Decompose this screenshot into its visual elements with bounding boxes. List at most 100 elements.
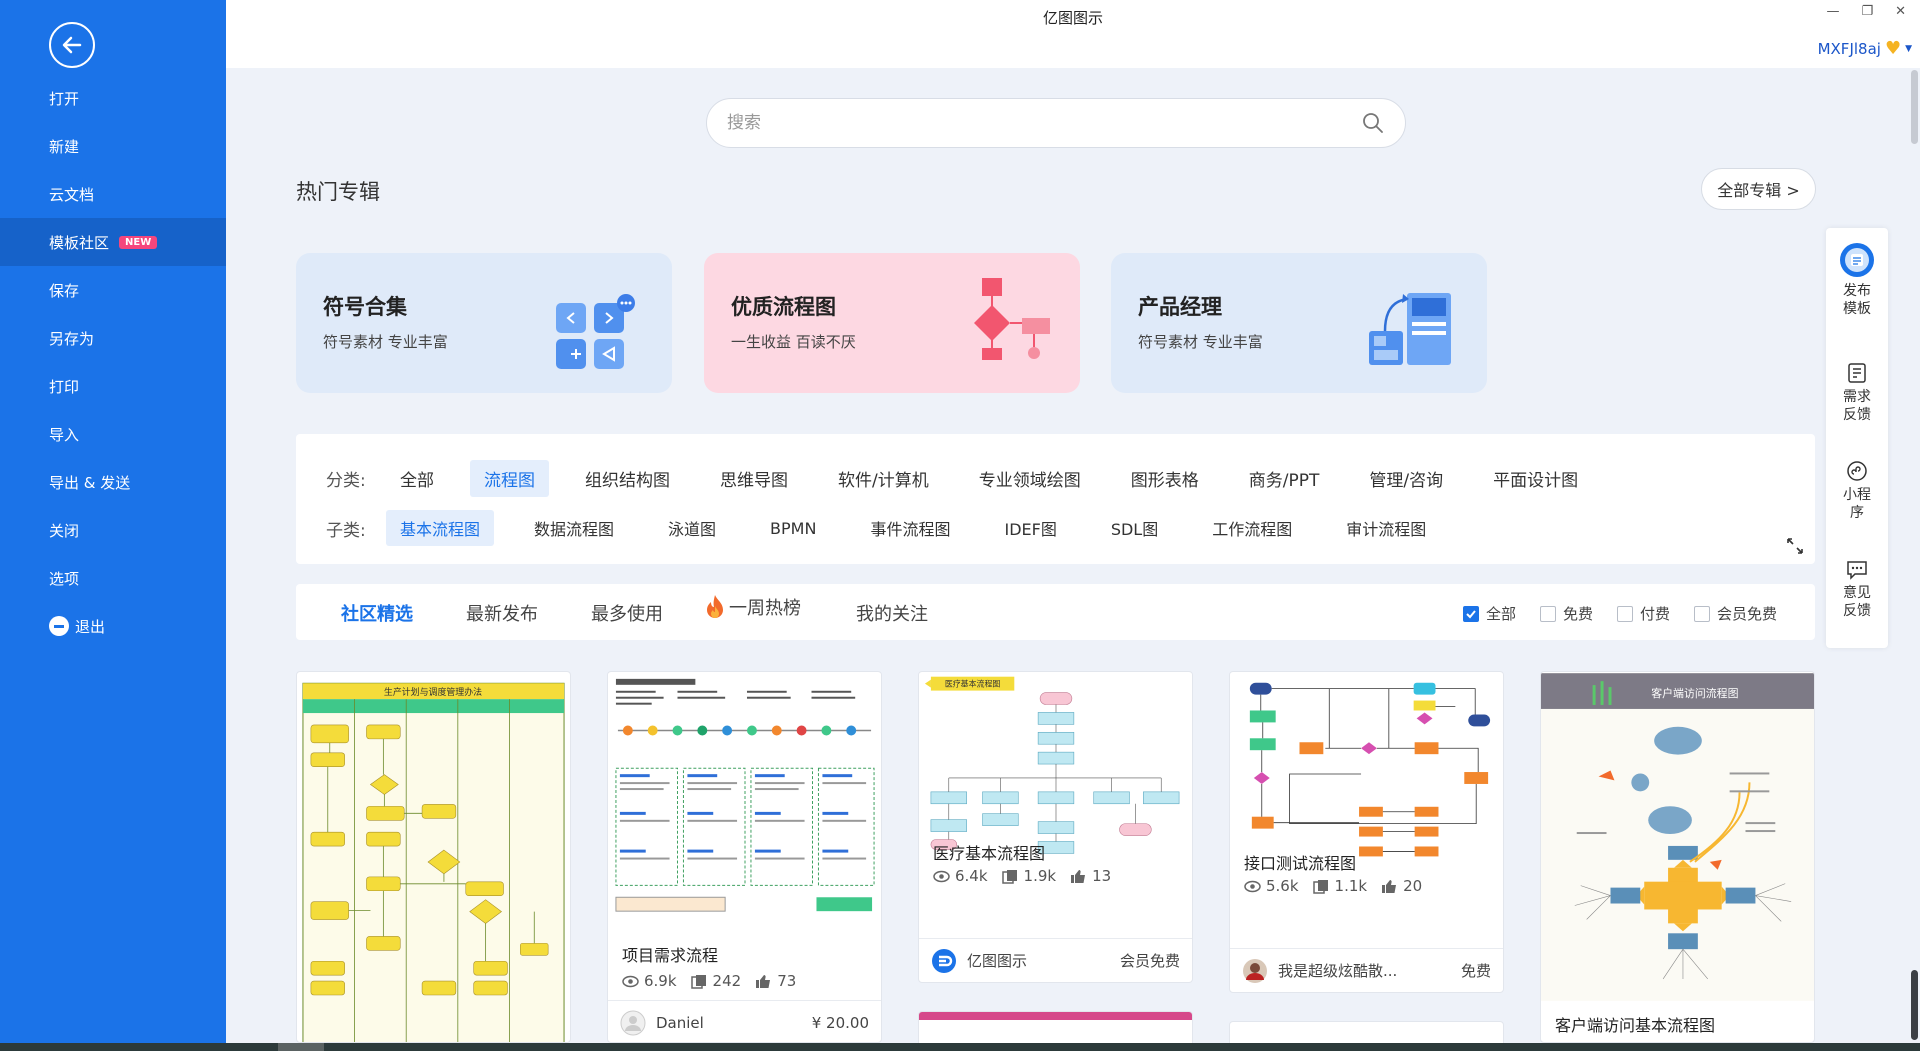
filter-label: 免费 xyxy=(1562,605,1593,623)
subcategory-data-flow[interactable]: 数据流程图 xyxy=(520,510,628,546)
user-menu[interactable]: MXFJl8aj ♥ ▼ xyxy=(1818,38,1912,59)
opinion-feedback-button[interactable]: 意见 反馈 xyxy=(1826,558,1888,620)
restore-button[interactable]: ❐ xyxy=(1861,4,1873,19)
tab-following[interactable]: 我的关注 xyxy=(856,600,928,626)
subcategory-basic-flowchart[interactable]: 基本流程图 xyxy=(386,510,495,546)
sidebar-item-save[interactable]: 保存 xyxy=(0,266,226,314)
sidebar-item-label: 导出 & 发送 xyxy=(49,473,131,492)
search-input[interactable] xyxy=(727,99,1327,147)
category-flowchart[interactable]: 流程图 xyxy=(470,460,549,497)
topic-card-symbols[interactable]: 符号合集 符号素材 专业丰富 xyxy=(296,253,672,393)
tab-weekly-hot[interactable]: 一周热榜 xyxy=(704,594,801,620)
category-graphic-table[interactable]: 图形表格 xyxy=(1117,460,1213,497)
search-icon[interactable] xyxy=(1361,111,1385,135)
publish-template-button[interactable]: 发布 模板 xyxy=(1826,242,1888,318)
template-footer: 我是超级炫酷散... 免费 xyxy=(1230,948,1503,992)
subcategory-idef[interactable]: IDEF图 xyxy=(990,510,1070,546)
category-graphic-design[interactable]: 平面设计图 xyxy=(1479,460,1592,497)
subcategory-workflow[interactable]: 工作流程图 xyxy=(1198,510,1306,546)
new-badge: NEW xyxy=(119,235,158,249)
sidebar-item-close[interactable]: 关闭 xyxy=(0,506,226,554)
close-button[interactable]: ✕ xyxy=(1895,4,1906,19)
sidebar-item-template-community[interactable]: 模板社区 NEW xyxy=(0,218,226,266)
expand-icon[interactable] xyxy=(1785,536,1805,556)
template-stats: 5.6k 1.1k 20 xyxy=(1244,877,1422,895)
template-card[interactable]: 医疗基本流程图 医疗基本流程图 6.4k 1.9k 13 亿图图示 会员免费 xyxy=(918,671,1193,983)
app-title: 亿图图示 xyxy=(1042,9,1103,27)
checkbox-checked-icon[interactable] xyxy=(1462,605,1479,622)
topic-card-title: 符号合集 xyxy=(323,295,407,319)
template-card[interactable]: 客户端访问流程图 客户端访问基本流程图 xyxy=(1540,671,1815,1043)
subcategory-sdl[interactable]: SDL图 xyxy=(1097,510,1172,546)
sidebar-item-label: 云文档 xyxy=(49,185,95,204)
tab-bar: 社区精选 最新发布 最多使用 一周热榜 我的关注 全部 免费 付费 会员免费 xyxy=(296,584,1815,640)
sidebar-item-save-as[interactable]: 另存为 xyxy=(0,314,226,362)
sidebar-item-label: 新建 xyxy=(49,137,80,156)
sidebar-item-exit[interactable]: 退出 xyxy=(0,602,226,650)
filter-free[interactable]: 免费 xyxy=(1539,603,1593,624)
subcategory-audit-flow[interactable]: 审计流程图 xyxy=(1332,510,1440,546)
exit-icon xyxy=(49,616,69,636)
thumbs-up-icon xyxy=(756,974,771,988)
eye-icon xyxy=(933,870,950,882)
copy-icon xyxy=(1001,869,1017,884)
sidebar: 打开 新建 云文档 模板社区 NEW 保存 另存为 打印 导入 导出 & 发送 … xyxy=(0,0,226,1051)
template-thumbnail: 客户端访问流程图 xyxy=(1541,673,1814,1001)
author-name: 亿图图示 xyxy=(967,952,1028,970)
avatar xyxy=(1243,958,1267,983)
checkbox[interactable] xyxy=(1693,605,1710,622)
sidebar-item-export[interactable]: 导出 & 发送 xyxy=(0,458,226,506)
tab-latest[interactable]: 最新发布 xyxy=(466,600,538,626)
subcategory-swimlane[interactable]: 泳道图 xyxy=(654,510,730,546)
category-mind-map[interactable]: 思维导图 xyxy=(706,460,802,497)
template-price: 免费 xyxy=(1460,962,1491,980)
tab-community-picks[interactable]: 社区精选 xyxy=(341,600,413,626)
tab-most-used[interactable]: 最多使用 xyxy=(591,600,663,626)
checkbox[interactable] xyxy=(1616,605,1633,622)
filter-all[interactable]: 全部 xyxy=(1462,603,1516,624)
template-card[interactable]: 项目需求流程 6.9k 242 73 Daniel ¥ 20.00 xyxy=(607,671,882,1043)
category-business-ppt[interactable]: 商务/PPT xyxy=(1235,460,1334,497)
all-topics-button[interactable]: 全部专辑 > xyxy=(1701,168,1816,210)
view-count: 6.4k xyxy=(955,867,988,885)
sidebar-item-options[interactable]: 选项 xyxy=(0,554,226,602)
mini-program-button[interactable]: 小程 序 xyxy=(1826,460,1888,522)
sidebar-item-open[interactable]: 打开 xyxy=(0,74,226,122)
caret-down-icon: ▼ xyxy=(1905,43,1912,54)
vertical-scrollbar[interactable] xyxy=(1908,68,1920,1043)
back-arrow-icon[interactable] xyxy=(49,22,95,68)
eye-icon xyxy=(1244,880,1261,892)
checkbox[interactable] xyxy=(1539,605,1556,622)
template-thumbnail xyxy=(608,672,881,922)
subcategory-bpmn[interactable]: BPMN xyxy=(756,513,830,544)
filter-paid[interactable]: 付费 xyxy=(1616,603,1670,624)
template-card[interactable]: 接口测试流程图 5.6k 1.1k 20 我是超级炫酷散... 免费 xyxy=(1229,671,1504,993)
template-card[interactable]: 生产计划与调度管理办法 xyxy=(296,671,571,1043)
template-name: 医疗基本流程图 xyxy=(933,844,1046,863)
category-all[interactable]: 全部 xyxy=(386,460,448,497)
subcategory-event-flow[interactable]: 事件流程图 xyxy=(856,510,964,546)
minimize-button[interactable]: — xyxy=(1826,4,1839,19)
thumb-title: 客户端访问流程图 xyxy=(1651,686,1738,700)
author-name: Daniel xyxy=(656,1013,704,1032)
sidebar-item-import[interactable]: 导入 xyxy=(0,410,226,458)
sidebar-item-print[interactable]: 打印 xyxy=(0,362,226,410)
category-management[interactable]: 管理/咨询 xyxy=(1355,460,1457,497)
filter-label: 付费 xyxy=(1639,605,1670,623)
topic-card-product-manager[interactable]: 产品经理 符号素材 专业丰富 xyxy=(1111,253,1487,393)
requirement-feedback-button[interactable]: 需求 反馈 xyxy=(1826,362,1888,424)
sidebar-item-cloud-docs[interactable]: 云文档 xyxy=(0,170,226,218)
filter-member-free[interactable]: 会员免费 xyxy=(1693,603,1777,624)
category-professional[interactable]: 专业领域绘图 xyxy=(965,460,1095,497)
topic-card-flowcharts[interactable]: 优质流程图 一生收益 百读不厌 xyxy=(704,253,1080,393)
scroll-thumb[interactable] xyxy=(1911,70,1918,144)
author-name: 我是超级炫酷散... xyxy=(1278,962,1398,980)
sidebar-item-label: 保存 xyxy=(49,281,80,300)
sidebar-item-new[interactable]: 新建 xyxy=(0,122,226,170)
eye-icon xyxy=(622,975,639,987)
category-software[interactable]: 软件/计算机 xyxy=(824,460,943,497)
chat-bubble-icon xyxy=(1847,561,1867,580)
float-label: 意见 反馈 xyxy=(1843,585,1871,619)
category-org-chart[interactable]: 组织结构图 xyxy=(571,460,684,497)
thumb-title: 医疗基本流程图 xyxy=(945,679,1001,689)
